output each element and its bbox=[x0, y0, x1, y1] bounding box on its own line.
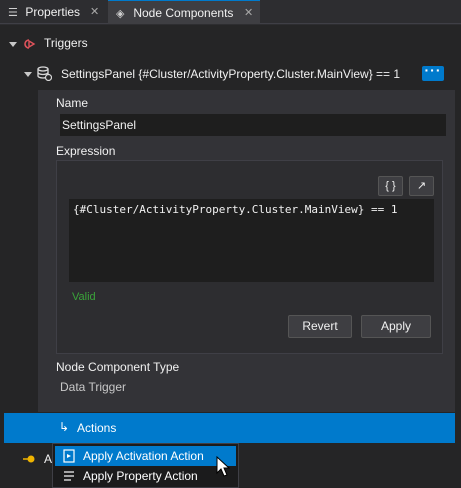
close-icon[interactable]: ✕ bbox=[244, 1, 253, 25]
property-action-icon bbox=[64, 471, 74, 481]
trigger-node-label[interactable]: SettingsPanel {#Cluster/ActivityProperty… bbox=[61, 67, 400, 81]
component-icon: ◈ bbox=[116, 8, 125, 20]
tab-properties-label: Properties bbox=[25, 5, 81, 19]
more-options-button[interactable]: ··· bbox=[422, 63, 444, 81]
trigger-icon bbox=[24, 39, 36, 49]
expression-label: Expression bbox=[56, 144, 116, 158]
menu-item-apply-activation-action[interactable]: Apply Activation Action bbox=[55, 446, 236, 466]
tab-node-components-label: Node Components bbox=[133, 6, 234, 20]
expand-button[interactable]: ↗ bbox=[409, 176, 434, 196]
list-icon: ☰ bbox=[8, 7, 18, 19]
component-type-value: Data Trigger bbox=[60, 380, 127, 394]
validation-status: Valid bbox=[72, 291, 96, 303]
close-icon[interactable]: ✕ bbox=[90, 0, 99, 24]
tab-node-components[interactable]: ◈ Node Components ✕ bbox=[108, 0, 260, 24]
database-icon bbox=[37, 66, 52, 81]
menu-item-label: Apply Activation Action bbox=[83, 449, 204, 463]
revert-button[interactable]: Revert bbox=[288, 315, 352, 338]
name-label: Name bbox=[56, 96, 89, 110]
activation-action-icon bbox=[63, 449, 75, 463]
bottom-row-label[interactable]: A bbox=[44, 452, 52, 466]
apply-button[interactable]: Apply bbox=[361, 315, 431, 338]
actions-row[interactable]: ↳ Actions bbox=[4, 413, 455, 443]
actions-label: Actions bbox=[77, 421, 117, 435]
mouse-cursor-icon bbox=[216, 456, 231, 477]
chevron-down-icon[interactable] bbox=[9, 42, 17, 47]
menu-item-apply-property-action[interactable]: Apply Property Action bbox=[55, 466, 236, 486]
expression-input[interactable]: {#Cluster/ActivityProperty.Cluster.MainV… bbox=[69, 199, 434, 282]
braces-button[interactable]: { } bbox=[378, 176, 403, 196]
action-arrow-icon: ↳ bbox=[59, 420, 70, 434]
name-field[interactable]: SettingsPanel bbox=[60, 114, 446, 136]
triggers-label[interactable]: Triggers bbox=[44, 36, 88, 50]
menu-item-label: Apply Property Action bbox=[83, 469, 198, 483]
add-action-menu: Apply Activation Action Apply Property A… bbox=[52, 443, 239, 488]
component-type-label: Node Component Type bbox=[56, 360, 180, 374]
toggle-icon bbox=[23, 455, 35, 463]
tab-properties[interactable]: ☰ Properties ✕ bbox=[0, 0, 108, 24]
chevron-down-icon[interactable] bbox=[24, 72, 32, 77]
tab-bar: ☰ Properties ✕ ◈ Node Components ✕ bbox=[0, 0, 461, 24]
